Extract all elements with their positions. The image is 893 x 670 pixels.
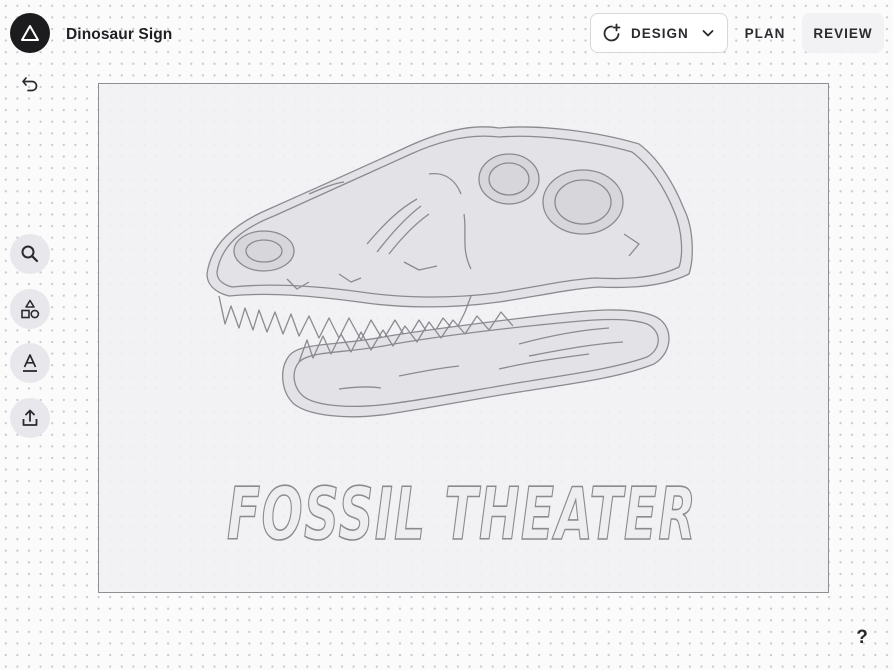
- design-mode-dropdown[interactable]: DESIGN: [590, 13, 728, 53]
- chevron-down-icon: [702, 30, 714, 37]
- upload-icon: [22, 409, 38, 426]
- undo-button[interactable]: [18, 72, 42, 96]
- design-canvas[interactable]: FOSSIL THEATER: [98, 83, 829, 593]
- search-icon: [21, 245, 39, 263]
- help-button[interactable]: ?: [852, 627, 872, 649]
- design-label: DESIGN: [631, 25, 689, 41]
- tab-review[interactable]: REVIEW: [802, 13, 884, 53]
- upload-tool-button[interactable]: [10, 398, 50, 438]
- undo-icon: [22, 77, 38, 92]
- text-icon: [23, 354, 37, 372]
- app-logo-button[interactable]: [10, 13, 50, 53]
- refresh-add-icon: [603, 23, 621, 42]
- search-tool-button[interactable]: [10, 234, 50, 274]
- tab-review-label: REVIEW: [813, 25, 873, 41]
- shapes-icon: [21, 299, 40, 319]
- top-navigation: DESIGN PLAN REVIEW: [590, 13, 884, 53]
- triangle-logo-icon: [21, 25, 39, 41]
- text-tool-button[interactable]: [10, 343, 50, 383]
- canvas-artwork[interactable]: FOSSIL THEATER: [99, 84, 830, 594]
- sign-text[interactable]: FOSSIL THEATER: [226, 471, 697, 557]
- shapes-tool-button[interactable]: [10, 289, 50, 329]
- tab-plan[interactable]: PLAN: [728, 13, 802, 53]
- document-title[interactable]: Dinosaur Sign: [66, 26, 172, 44]
- tab-plan-label: PLAN: [744, 25, 786, 41]
- t-rex-skull-artwork[interactable]: [206, 126, 693, 418]
